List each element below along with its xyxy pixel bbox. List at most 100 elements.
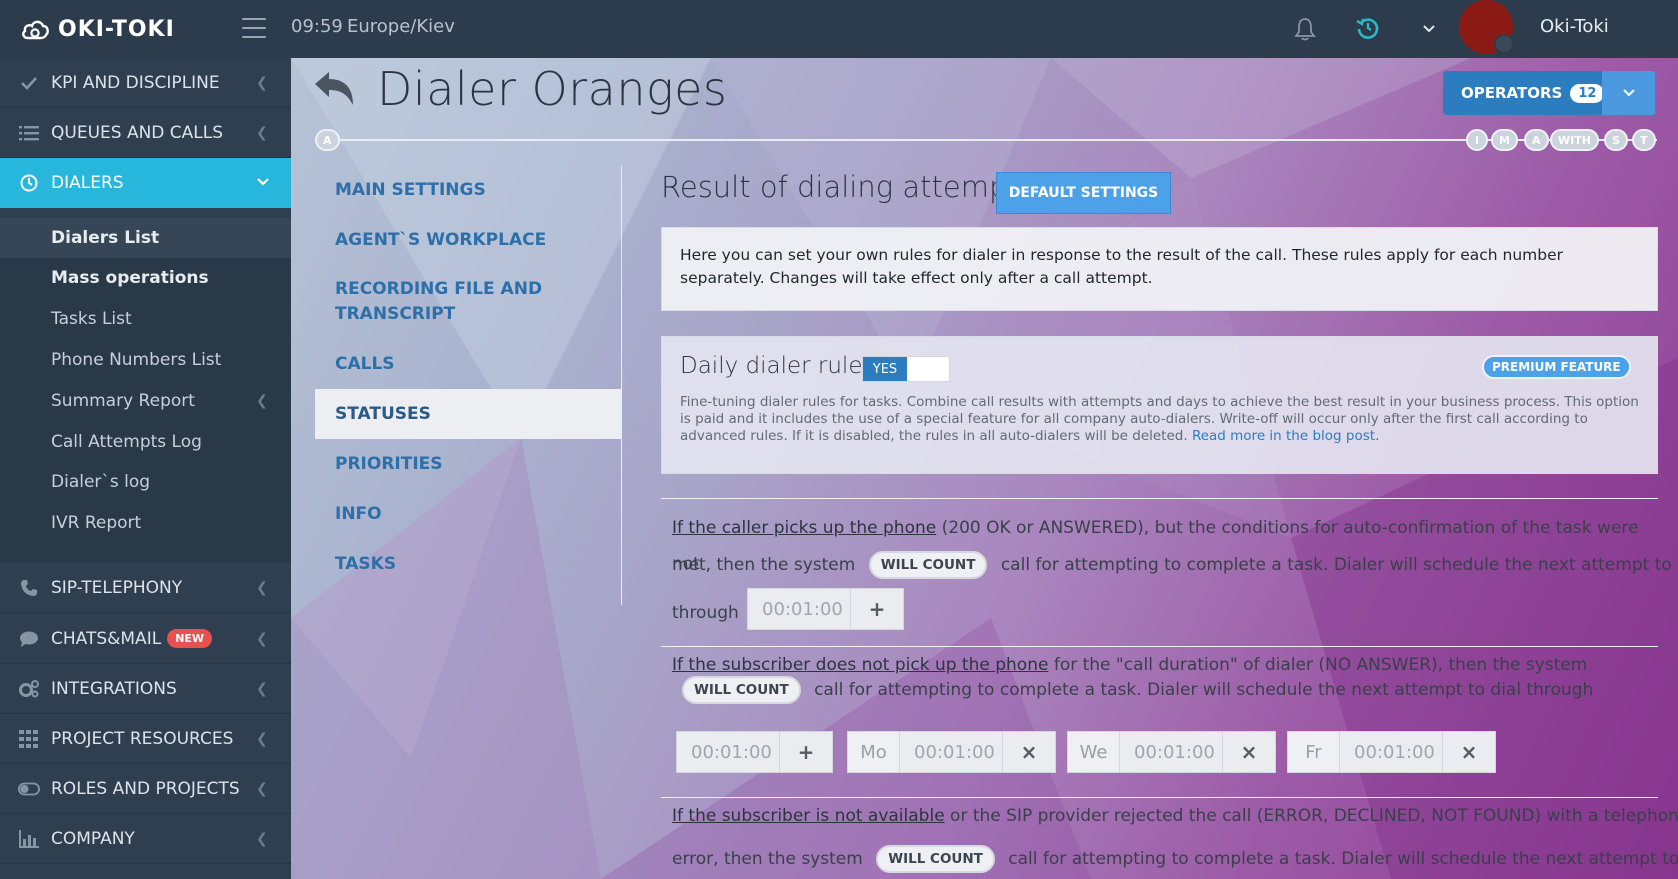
sidebar: KPI AND DISCIPLINE ❮ QUEUES AND CALLS ❮ … <box>0 58 291 879</box>
username[interactable]: Oki-Toki <box>1540 16 1609 37</box>
rule-text: call for attempting to complete a task. … <box>1008 849 1678 869</box>
will-count-toggle[interactable]: WILL COUNT <box>868 551 988 579</box>
description-tail: . <box>1375 428 1380 444</box>
remove-day-button[interactable]: × <box>1443 732 1495 772</box>
dialers-submenu: Dialers List Mass operations Tasks List … <box>0 218 291 563</box>
sidebar-item-project-resources[interactable]: PROJECT RESOURCES ❮ <box>0 714 291 764</box>
chevron-left-icon: ❮ <box>256 630 268 647</box>
operators-label: OPERATORS <box>1461 84 1563 102</box>
chevron-left-icon: ❮ <box>256 830 268 847</box>
history-icon[interactable] <box>1356 16 1380 40</box>
add-delay-button[interactable]: + <box>851 589 903 629</box>
chevron-left-icon: ❮ <box>256 680 268 697</box>
section-title: Result of dialing attempt <box>661 170 1019 204</box>
rule-text: met, then the system <box>672 555 856 575</box>
timeline-tag[interactable]: WITH <box>1550 129 1599 151</box>
tab-recording-file[interactable]: RECORDING FILE AND TRANSCRIPT <box>315 265 622 339</box>
rule-text: call for attempting to complete a task. … <box>1000 555 1678 575</box>
status-dot <box>1494 34 1514 54</box>
sidebar-subitem-mass-operations[interactable]: Mass operations <box>0 258 291 298</box>
sidebar-subitem-phone-numbers[interactable]: Phone Numbers List <box>0 340 291 380</box>
rule-text: call for attempting to complete a task. … <box>814 680 1594 700</box>
sidebar-item-kpi[interactable]: KPI AND DISCIPLINE ❮ <box>0 58 291 108</box>
sidebar-item-label: COMPANY <box>51 828 135 849</box>
daily-rules-toggle[interactable]: YES <box>862 356 950 382</box>
premium-feature-badge: PREMIUM FEATURE <box>1482 355 1631 379</box>
timeline-tag[interactable]: T <box>1632 129 1656 151</box>
daily-rules-description: Fine-tuning dialer rules for tasks. Comb… <box>680 394 1645 445</box>
cloud-logo-icon <box>22 20 49 40</box>
sidebar-item-sip[interactable]: SIP-TELEPHONY ❮ <box>0 563 291 613</box>
back-arrow-icon[interactable] <box>313 70 355 108</box>
logo[interactable]: OKI-TOKI <box>20 14 175 44</box>
timeline-tag[interactable]: S <box>1604 129 1628 151</box>
sidebar-subitem-call-attempts-log[interactable]: Call Attempts Log <box>0 422 291 462</box>
timeline-tag[interactable]: A <box>1524 129 1549 151</box>
sidebar-item-label: KPI AND DISCIPLINE <box>51 72 220 93</box>
timeline-tag[interactable]: M <box>1491 129 1518 151</box>
will-count-toggle[interactable]: WILL COUNT <box>876 845 995 873</box>
clock-time: 09:59 <box>291 16 343 37</box>
sidebar-subitem-tasks-list[interactable]: Tasks List <box>0 299 291 339</box>
bell-icon[interactable] <box>1294 17 1316 41</box>
rule-no-answer: If the subscriber does not pick up the p… <box>672 653 1657 677</box>
day-label: Mo <box>848 732 900 772</box>
sidebar-item-integrations[interactable]: INTEGRATIONS ❮ <box>0 664 291 714</box>
sidebar-subitem-dialers-log[interactable]: Dialer`s log <box>0 462 291 502</box>
rule-text: error, then the system <box>672 849 863 869</box>
tab-statuses[interactable]: STATUSES <box>315 389 622 439</box>
timeline-tag-start[interactable]: A <box>315 129 340 151</box>
sidebar-item-label: ROLES AND PROJECTS <box>51 778 240 799</box>
sidebar-item-label: CHATS&MAIL NEW <box>51 629 213 649</box>
tab-tasks[interactable]: TASKS <box>315 539 622 589</box>
rule-answered-line2: met, then the system WILL COUNT call for… <box>672 547 1678 583</box>
will-count-toggle[interactable]: WILL COUNT <box>682 676 801 704</box>
chevron-down-icon <box>1622 89 1635 97</box>
info-box: Here you can set your own rules for dial… <box>661 227 1658 311</box>
retry-delay-field: 00:01:00 + <box>676 731 833 773</box>
operators-dropdown-button[interactable] <box>1602 71 1655 115</box>
chevron-left-icon: ❮ <box>256 579 268 596</box>
sidebar-item-roles[interactable]: ROLES AND PROJECTS ❮ <box>0 764 291 814</box>
sidebar-item-label: INTEGRATIONS <box>51 678 177 699</box>
retry-delay-input[interactable]: 00:01:00 <box>677 732 780 772</box>
daily-rules-title: Daily dialer rules <box>680 353 875 379</box>
day-delay-input[interactable]: 00:01:00 <box>900 732 1003 772</box>
tab-calls[interactable]: CALLS <box>315 339 622 389</box>
day-delay-input[interactable]: 00:01:00 <box>1120 732 1223 772</box>
retry-delay-input[interactable]: 00:01:00 <box>748 589 851 629</box>
tab-agents-workplace[interactable]: AGENT`S WORKPLACE <box>315 215 622 265</box>
default-settings-button[interactable]: DEFAULT SETTINGS <box>996 172 1171 214</box>
day-delay-field-fr: Fr 00:01:00 × <box>1287 731 1496 773</box>
chevron-left-icon: ❮ <box>256 780 268 797</box>
remove-day-button[interactable]: × <box>1223 732 1275 772</box>
rule-unavailable-line2: error, then the system WILL COUNT call f… <box>672 842 1678 876</box>
day-delay-input[interactable]: 00:01:00 <box>1340 732 1443 772</box>
sidebar-subitem-dialers-list[interactable]: Dialers List <box>0 218 291 258</box>
operators-button[interactable]: OPERATORS 12 <box>1443 71 1605 115</box>
tab-info[interactable]: INFO <box>315 489 622 539</box>
add-delay-button[interactable]: + <box>780 732 832 772</box>
sidebar-subitem-summary-report[interactable]: Summary Report ❮ <box>0 381 291 421</box>
sidebar-item-company[interactable]: COMPANY ❮ <box>0 814 291 864</box>
tab-priorities[interactable]: PRIORITIES <box>315 439 622 489</box>
daily-rules-box: Daily dialer rules YES PREMIUM FEATURE F… <box>661 336 1658 474</box>
sidebar-subitem-ivr-report[interactable]: IVR Report <box>0 503 291 543</box>
info-text: Here you can set your own rules for dial… <box>680 246 1564 287</box>
chevron-down-icon[interactable] <box>1421 21 1437 37</box>
tab-main-settings[interactable]: MAIN SETTINGS <box>315 165 622 215</box>
logo-text: OKI-TOKI <box>58 16 175 42</box>
top-bar: OKI-TOKI 09:59 Europe/Kiev Oki-Toki <box>0 0 1678 58</box>
remove-day-button[interactable]: × <box>1003 732 1055 772</box>
sidebar-item-dialers[interactable]: DIALERS <box>0 158 291 208</box>
blog-post-link[interactable]: Read more in the blog post <box>1192 428 1375 444</box>
sidebar-item-queues[interactable]: QUEUES AND CALLS ❮ <box>0 108 291 158</box>
divider <box>661 498 1658 499</box>
clock-icon <box>18 172 40 194</box>
sidebar-item-chats[interactable]: CHATS&MAIL NEW ❮ <box>0 614 291 664</box>
toggle-icon <box>18 778 40 800</box>
chevron-left-icon: ❮ <box>256 730 268 747</box>
timeline-tag[interactable]: I <box>1466 129 1488 151</box>
check-icon <box>18 72 40 94</box>
menu-toggle-icon[interactable] <box>242 18 266 38</box>
